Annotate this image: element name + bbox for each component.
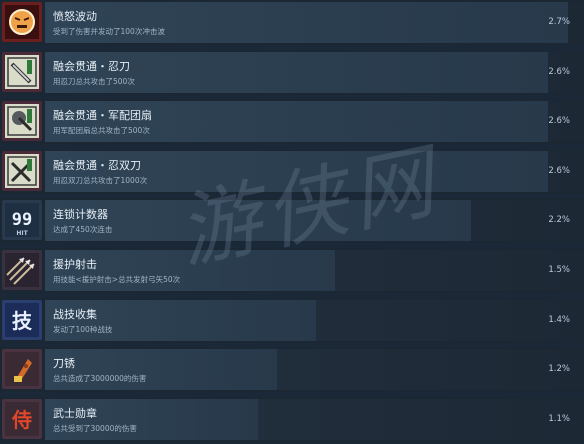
arrows-icon — [2, 250, 42, 290]
samurai-char: 侍 — [11, 408, 32, 432]
hit-counter-icon: 99 HIT — [2, 200, 42, 240]
ninja-sword-icon — [2, 52, 42, 92]
achievement-title: 融会贯通・军配团扇 — [53, 109, 152, 122]
rusty-blade-icon — [2, 349, 42, 389]
skill-char: 技 — [12, 309, 33, 333]
achievement-title: 愤怒波动 — [53, 10, 97, 23]
unlock-percentage: 1.4% — [548, 315, 570, 325]
achievement-row[interactable]: 侍 武士勋章 总共受到了30000的伤害 1.1% — [0, 397, 584, 442]
achievement-description: 总共受到了30000的伤害 — [53, 424, 137, 433]
achievement-title: 融会贯通・忍双刀 — [53, 159, 141, 172]
achievement-row[interactable]: 融会贯通・忍刀 用忍刀总共攻击了500次 2.6% — [0, 50, 584, 95]
hit-number: 99 — [12, 210, 32, 230]
achievement-description: 发动了100种战技 — [53, 325, 113, 334]
achievement-title: 刀锈 — [53, 357, 75, 370]
unlock-percentage: 1.2% — [548, 364, 570, 374]
samurai-kanji-icon: 侍 — [2, 399, 42, 439]
achievement-row[interactable]: 技 战技收集 发动了100种战技 1.4% — [0, 298, 584, 343]
unlock-percentage: 2.6% — [548, 166, 570, 176]
achievement-row[interactable]: 99 HIT 连锁计数器 达成了450次连击 2.2% — [0, 198, 584, 243]
achievement-title: 战技收集 — [53, 308, 97, 321]
achievement-description: 用技能<援护射击>总共发射弓矢50次 — [53, 275, 181, 284]
achievement-description: 受到了伤害并发动了100次冲击波 — [53, 27, 165, 36]
hit-label: HIT — [16, 230, 28, 237]
achievement-description: 用忍双刀总共攻击了1000次 — [53, 176, 148, 185]
achievement-description: 用忍刀总共攻击了500次 — [53, 77, 135, 86]
achievement-description: 总共造成了3000000的伤害 — [53, 374, 147, 383]
achievement-row[interactable]: 援护射击 用技能<援护射击>总共发射弓矢50次 1.5% — [0, 248, 584, 293]
achievement-row[interactable]: 融会贯通・忍双刀 用忍双刀总共攻击了1000次 2.6% — [0, 149, 584, 194]
achievement-title: 融会贯通・忍刀 — [53, 60, 130, 73]
achievement-row[interactable]: 刀锈 总共造成了3000000的伤害 1.2% — [0, 347, 584, 392]
unlock-percentage: 1.1% — [548, 414, 570, 424]
achievement-row[interactable]: 融会贯通・军配团扇 用军配团扇总共攻击了500次 2.6% — [0, 99, 584, 144]
unlock-percentage: 1.5% — [548, 265, 570, 275]
unlock-percentage: 2.6% — [548, 67, 570, 77]
angry-face-icon — [2, 2, 42, 42]
achievement-title: 武士勋章 — [53, 407, 97, 420]
achievement-description: 达成了450次连击 — [53, 225, 113, 234]
achievement-title: 连锁计数器 — [53, 208, 108, 221]
unlock-percentage: 2.2% — [548, 215, 570, 225]
twin-blades-icon — [2, 151, 42, 191]
achievement-row[interactable]: 愤怒波动 受到了伤害并发动了100次冲击波 2.7% — [0, 0, 584, 45]
skill-kanji-icon: 技 — [2, 300, 42, 340]
unlock-percentage: 2.7% — [548, 17, 570, 27]
war-fan-icon — [2, 101, 42, 141]
achievement-title: 援护射击 — [53, 258, 97, 271]
unlock-percentage: 2.6% — [548, 116, 570, 126]
achievement-description: 用军配团扇总共攻击了500次 — [53, 126, 150, 135]
